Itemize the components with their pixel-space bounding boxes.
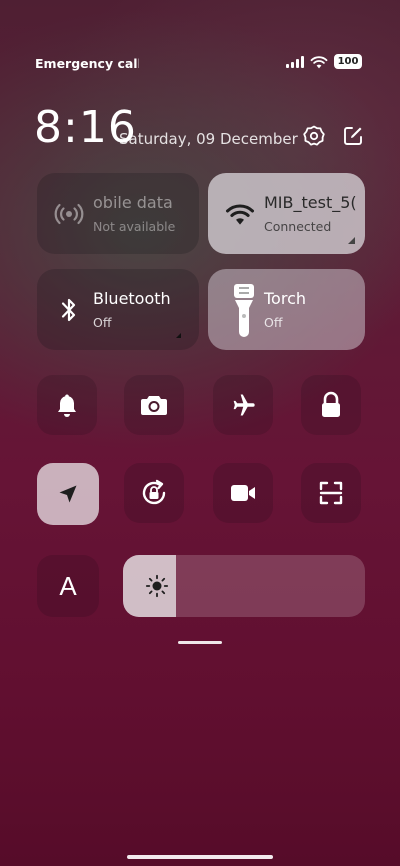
scanner-toggle[interactable] <box>301 463 361 523</box>
location-toggle[interactable] <box>37 463 99 525</box>
torch-status: Off <box>264 315 283 330</box>
mobile-data-icon <box>51 196 87 232</box>
mobile-data-title: obile data <box>93 193 173 212</box>
wifi-icon <box>310 55 328 68</box>
bell-toggle[interactable] <box>37 375 97 435</box>
scan-icon <box>319 481 343 505</box>
mobile-data-tile[interactable]: obile data Not available <box>37 173 199 254</box>
mobile-data-status: Not available <box>93 219 176 234</box>
airplane-icon <box>233 394 255 416</box>
airplane-toggle[interactable] <box>213 375 273 435</box>
battery-icon: 100 <box>334 54 362 69</box>
status-bar: Emergency calls o 100 <box>0 52 400 76</box>
status-icons: 100 <box>286 54 362 69</box>
rotation-lock-icon <box>142 479 166 505</box>
camera-icon <box>141 396 167 415</box>
emergency-calls-text: Emergency calls o <box>35 56 139 71</box>
wifi-icon <box>222 196 258 232</box>
wifi-tile[interactable]: MIB_test_5( Connected <box>208 173 365 254</box>
lock-toggle[interactable] <box>301 375 361 435</box>
signal-icon <box>286 55 304 68</box>
screen-record-toggle[interactable] <box>213 463 273 523</box>
wifi-status: Connected <box>264 219 332 234</box>
clock-date: Saturday, 09 December <box>119 130 298 148</box>
location-icon <box>59 485 77 503</box>
wifi-network-name: MIB_test_5( <box>264 193 357 212</box>
home-indicator[interactable] <box>127 855 273 859</box>
expand-corner-icon[interactable] <box>176 333 181 338</box>
settings-icon[interactable] <box>302 124 326 148</box>
bluetooth-status: Off <box>93 315 112 330</box>
bluetooth-icon <box>51 292 87 328</box>
camera-toggle[interactable] <box>124 375 184 435</box>
torch-title: Torch <box>264 289 307 308</box>
bluetooth-title: Bluetooth <box>93 289 171 308</box>
rotation-lock-toggle[interactable] <box>124 463 184 523</box>
sun-icon <box>145 574 169 598</box>
torch-tile[interactable]: Torch Off <box>208 269 365 350</box>
expand-corner-icon[interactable] <box>348 237 355 244</box>
bell-icon <box>58 394 76 417</box>
panel-drag-handle[interactable] <box>178 641 222 644</box>
font-size-button[interactable]: A <box>37 555 99 617</box>
bluetooth-tile[interactable]: Bluetooth Off <box>37 269 199 350</box>
video-camera-icon <box>231 485 255 501</box>
torch-icon <box>226 283 262 337</box>
brightness-slider[interactable] <box>123 555 365 617</box>
lock-icon <box>322 391 340 417</box>
edit-icon[interactable] <box>341 124 365 148</box>
font-size-label: A <box>59 570 77 601</box>
